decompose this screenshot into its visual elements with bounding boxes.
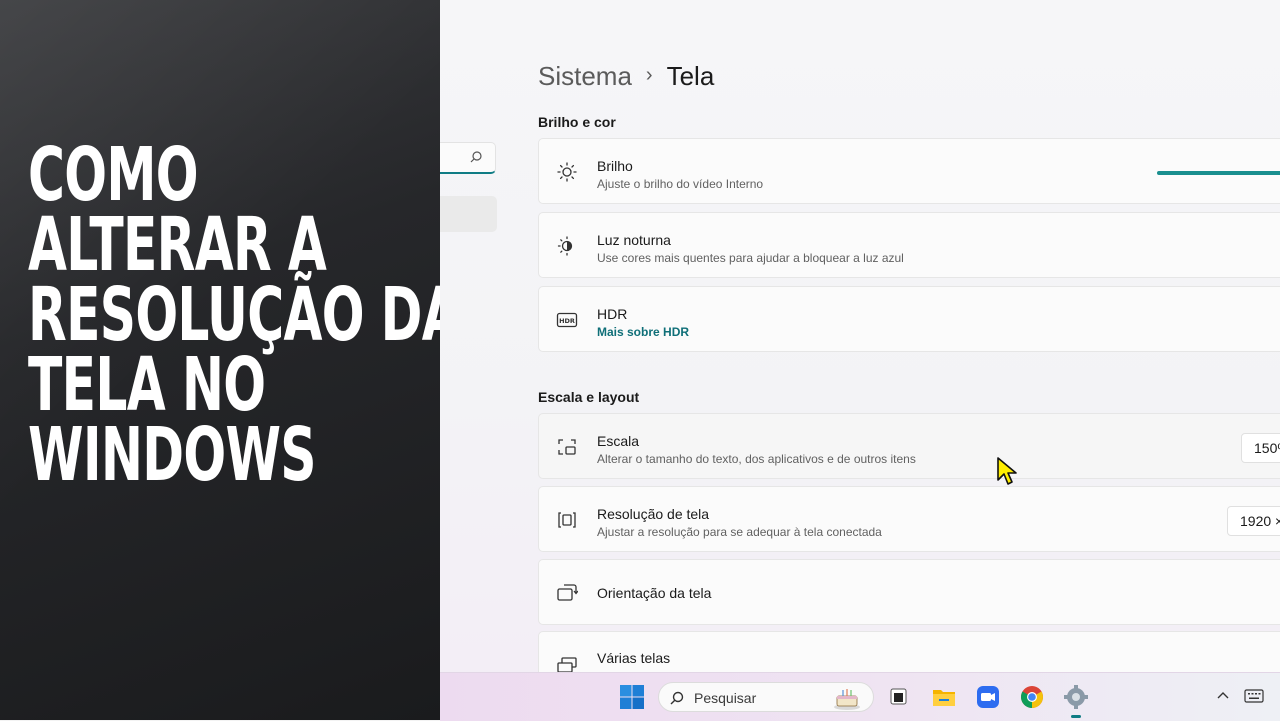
section-title-brightness-color: Brilho e cor [538,114,616,130]
file-explorer-icon[interactable] [930,683,958,711]
orientation-card[interactable]: Orientação da tela [538,559,1280,625]
scale-card[interactable]: Escala Alterar o tamanho do texto, dos a… [538,413,1280,479]
hdr-more-link[interactable]: Mais sobre HDR [597,325,689,339]
scale-icon [558,439,576,455]
resolution-card[interactable]: Resolução de tela Ajustar a resolução pa… [538,486,1280,552]
orientation-icon [557,584,578,601]
multiple-displays-card[interactable]: Várias telas [538,631,1280,672]
resolution-dropdown[interactable]: 1920 × [1227,506,1280,536]
card-title: HDR [597,306,628,322]
active-app-indicator [1071,715,1081,718]
chevron-up-icon[interactable] [1216,689,1230,703]
taskbar-search-label: Pesquisar [694,690,757,706]
multiple-displays-icon [557,657,577,672]
headline-line: ALTERAR A [28,202,327,288]
settings-window: Sistema › Tela Brilho e cor Brilho Ajust… [440,0,1280,672]
svg-text:HDR: HDR [559,317,575,325]
card-title: Orientação da tela [597,585,712,601]
settings-search-input[interactable] [440,142,496,174]
title-panel: COMO ALTERAR A RESOLUÇÃO DA TELA NO WIND… [0,0,440,720]
card-title: Resolução de tela [597,506,710,522]
card-description: Ajustar a resolução para se adequar à te… [597,525,882,539]
hdr-icon: HDR [556,312,578,328]
headline-line: COMO [28,132,199,218]
search-highlight-icon [834,689,860,710]
card-title: Várias telas [597,650,671,666]
task-view-icon[interactable] [884,683,912,711]
sidebar-item-selected[interactable] [440,196,497,232]
mouse-cursor-icon [997,457,1017,485]
settings-icon[interactable] [1062,683,1090,711]
video-headline: COMO ALTERAR A RESOLUÇÃO DA TELA NO WIND… [28,132,440,498]
search-icon [470,151,482,163]
card-title: Brilho [597,158,633,174]
keyboard-icon[interactable] [1244,689,1264,703]
hdr-card[interactable]: HDR HDR Mais sobre HDR [538,286,1280,352]
card-title: Escala [597,433,640,449]
breadcrumb: Sistema › Tela [538,58,714,94]
card-title: Luz noturna [597,232,671,248]
scale-dropdown[interactable]: 150% [1241,433,1280,463]
taskbar: Pesquisar [440,672,1280,721]
page-title: Tela [666,60,715,91]
windows-start-icon[interactable] [618,683,646,711]
card-description: Use cores mais quentes para ajudar a blo… [597,251,904,265]
sun-icon [557,162,577,182]
card-description: Alterar o tamanho do texto, dos aplicati… [597,452,916,466]
chrome-icon[interactable] [1018,683,1046,711]
card-description: Ajuste o brilho do vídeo Interno [597,177,764,191]
resolution-icon [558,512,576,528]
night-light-card[interactable]: Luz noturna Use cores mais quentes para … [538,212,1280,278]
section-title-scale-layout: Escala e layout [538,389,640,405]
zoom-icon[interactable] [974,683,1002,711]
headline-line: WINDOWS [28,412,317,498]
taskbar-search-box[interactable]: Pesquisar [658,682,874,712]
night-light-icon [557,236,573,256]
search-icon [670,691,684,705]
headline-line: TELA NO [28,342,266,428]
headline-line: RESOLUÇÃO DA [28,272,440,358]
chevron-right-icon: › [645,63,653,86]
breadcrumb-parent[interactable]: Sistema [538,61,632,92]
brightness-card[interactable]: Brilho Ajuste o brilho do vídeo Interno [538,138,1280,204]
brightness-slider[interactable] [1157,171,1280,175]
